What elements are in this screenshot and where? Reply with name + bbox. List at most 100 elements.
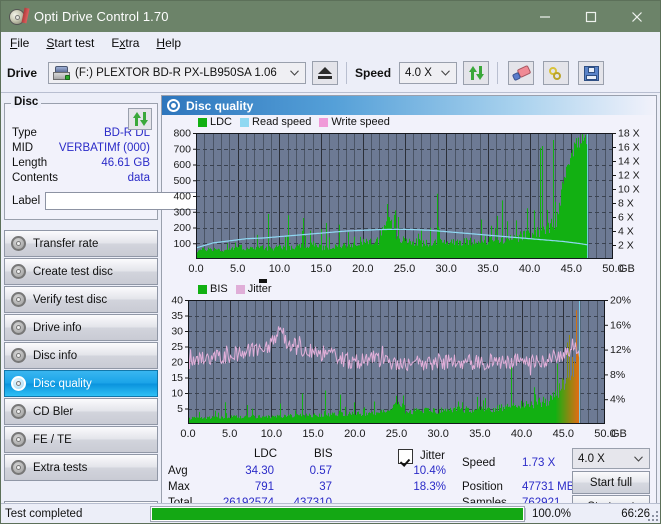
svg-text:2 X: 2 X xyxy=(618,240,634,252)
stats-ldc-max: 791 xyxy=(254,481,274,493)
sidebar-item-label: Disc quality xyxy=(33,377,92,390)
tools-button[interactable] xyxy=(543,61,570,85)
minimize-icon[interactable] xyxy=(522,1,568,32)
disc-quality-icon xyxy=(167,99,180,112)
disc-group-title: Disc xyxy=(11,96,42,108)
refresh-button[interactable] xyxy=(463,61,490,85)
eraser-icon xyxy=(511,64,531,81)
sidebar-item-drive-info[interactable]: Drive info xyxy=(4,314,158,341)
panel-header: Disc quality xyxy=(162,96,656,115)
refresh-icon xyxy=(468,66,484,80)
maximize-icon[interactable] xyxy=(568,1,614,32)
jitter-checkbox[interactable] xyxy=(398,449,413,464)
legend-swatch-write-speed xyxy=(319,117,329,127)
bottom-chart-legend: BIS Jitter xyxy=(162,279,656,296)
menu-item-start-test[interactable]: Start test xyxy=(46,36,94,50)
erase-button[interactable] xyxy=(508,61,535,85)
sidebar-item-create-test-disc[interactable]: Create test disc xyxy=(4,258,158,285)
svg-text:35.0: 35.0 xyxy=(477,263,498,275)
svg-text:4%: 4% xyxy=(610,394,625,406)
sidebar-item-disc-quality[interactable]: Disc quality xyxy=(4,370,158,397)
disc-icon xyxy=(11,376,26,391)
drive-select[interactable]: (F:) PLEXTOR BD-R PX-LB950SA 1.06 xyxy=(48,62,307,84)
legend-swatch-read-speed xyxy=(240,117,250,127)
sidebar-item-fe-te[interactable]: FE / TE xyxy=(4,426,158,453)
jitter-label: Jitter xyxy=(420,450,445,462)
speed-select-value: 4.0 X xyxy=(405,67,432,79)
legend-label-read-speed: Read speed xyxy=(252,116,312,128)
legend-swatch-bis xyxy=(198,284,207,294)
legend-item-write-speed: Write speed xyxy=(319,116,390,128)
stats-ldc-avg: 34.30 xyxy=(245,465,274,477)
svg-text:200: 200 xyxy=(173,222,191,234)
svg-text:35: 35 xyxy=(171,310,183,322)
sidebar-item-transfer-rate[interactable]: Transfer rate xyxy=(4,230,158,257)
chevron-down-icon xyxy=(634,455,643,462)
menu-item-extra[interactable]: Extra xyxy=(111,36,139,50)
title-bar: Opti Drive Control 1.70 xyxy=(1,1,660,32)
top-chart: 100 200 300 400 500 600 700 800 2 X 4 X 6 X 8 X 10 X… xyxy=(162,128,656,279)
speed-stat-label: Speed xyxy=(462,457,496,469)
sidebar-item-extra-tests[interactable]: Extra tests xyxy=(4,454,158,481)
sidebar-item-verify-test-disc[interactable]: Verify test disc xyxy=(4,286,158,313)
disc-refresh-button[interactable] xyxy=(128,108,152,130)
stats-row-label-max: Max xyxy=(168,481,190,493)
svg-text:18 X: 18 X xyxy=(618,129,640,140)
svg-text:8%: 8% xyxy=(610,369,625,381)
sidebar-item-cd-bler[interactable]: CD Bler xyxy=(4,398,158,425)
disc-icon xyxy=(11,320,26,335)
svg-text:20: 20 xyxy=(171,357,183,369)
svg-text:15: 15 xyxy=(171,372,183,384)
svg-text:GB: GB xyxy=(619,263,635,275)
disc-mid-key: MID xyxy=(12,142,34,154)
eject-button[interactable] xyxy=(312,61,339,85)
stats-jitter-avg: 10.4% xyxy=(413,465,446,477)
position-stat-value: 47731 MB xyxy=(522,481,575,493)
toolbar: Drive (F:) PLEXTOR BD-R PX-LB950SA 1.06 … xyxy=(1,54,660,93)
legend-swatch-ldc xyxy=(198,117,207,127)
svg-text:10.0: 10.0 xyxy=(261,428,282,440)
sidebar-item-label: Extra tests xyxy=(33,461,88,474)
status-bar: Test completed 100.0% 66:26 xyxy=(1,503,660,523)
svg-text:600: 600 xyxy=(173,159,191,171)
panel-title: Disc quality xyxy=(186,98,254,113)
menu-item-help[interactable]: Help xyxy=(156,36,181,50)
svg-text:16%: 16% xyxy=(610,319,631,331)
svg-text:10.0: 10.0 xyxy=(269,263,290,275)
menu-item-file[interactable]: FFileile xyxy=(10,36,29,50)
disc-length-key: Length xyxy=(12,157,48,169)
progress-bar-fill xyxy=(152,507,523,520)
bottom-chart-svg[interactable]: 5 10 15 20 25 30 35 40 4% 8% 12% 16% 20% 0.0 5.0 10.0 15… xyxy=(162,295,653,444)
sidebar-item-label: Create test disc xyxy=(33,265,113,278)
position-stat-label: Position xyxy=(462,481,503,493)
drive-label: Drive xyxy=(7,66,38,80)
close-icon[interactable] xyxy=(614,1,660,32)
window-controls xyxy=(522,1,660,32)
svg-text:5.0: 5.0 xyxy=(222,428,237,440)
svg-text:6 X: 6 X xyxy=(618,212,634,224)
sidebar-item-disc-info[interactable]: Disc info xyxy=(4,342,158,369)
top-chart-svg[interactable]: 100 200 300 400 500 600 700 800 2 X 4 X 6 X 8 X 10 X… xyxy=(162,128,653,279)
stats-jitter-max: 18.3% xyxy=(413,481,446,493)
start-full-button[interactable]: Start full xyxy=(572,471,650,494)
svg-text:10: 10 xyxy=(171,388,183,400)
speed-label: Speed xyxy=(355,66,392,80)
stats-bis-max: 37 xyxy=(319,481,332,493)
svg-text:14 X: 14 X xyxy=(618,156,640,168)
disc-quality-panel: Disc quality LDC Read speed Write speed xyxy=(161,95,657,522)
resize-grip-icon[interactable] xyxy=(648,511,658,521)
content-area: Disc Type BD-R DL MID VERBATIMf (000) Le… xyxy=(1,93,660,522)
test-speed-select[interactable]: 4.0 X xyxy=(572,448,650,469)
svg-text:GB: GB xyxy=(611,428,627,440)
wrench-icon xyxy=(548,66,564,81)
svg-text:10 X: 10 X xyxy=(618,184,640,196)
disc-label-row: Label xyxy=(12,190,250,212)
progress-bar xyxy=(150,505,525,522)
main-panel-column: Disc quality LDC Read speed Write speed xyxy=(161,93,660,522)
disc-row-mid: MID VERBATIMf (000) xyxy=(12,141,150,156)
speed-select[interactable]: 4.0 X xyxy=(399,62,458,84)
save-button[interactable] xyxy=(578,61,605,85)
legend-item-read-speed: Read speed xyxy=(240,116,311,128)
svg-text:0.0: 0.0 xyxy=(188,263,203,275)
